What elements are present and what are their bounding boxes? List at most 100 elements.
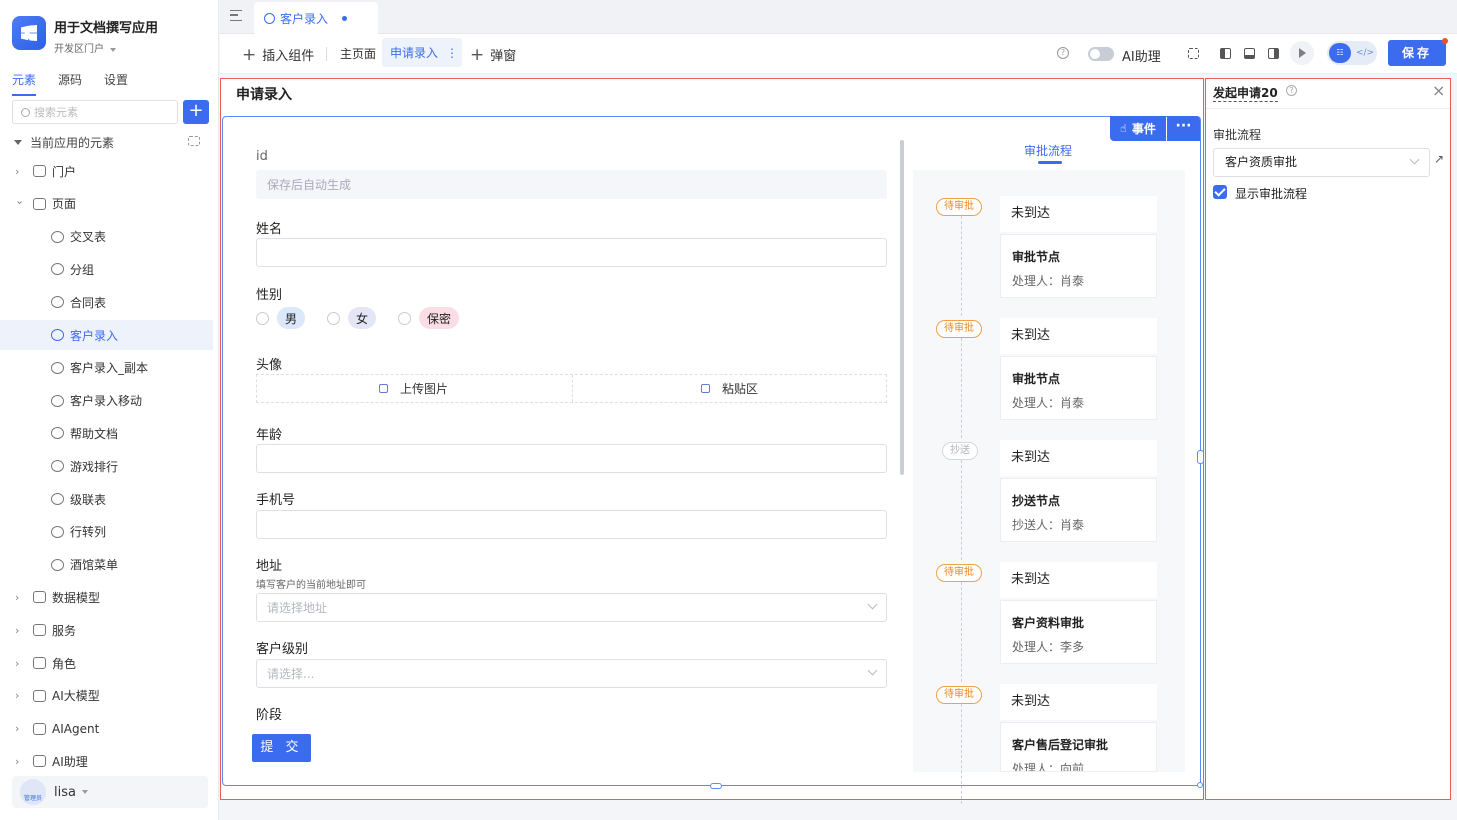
gender-label: 性别	[256, 288, 283, 303]
tab-source[interactable]: 源码	[58, 71, 82, 96]
sidebar-item[interactable]: › AI大模型	[0, 681, 213, 711]
close-icon[interactable]: ×	[1432, 83, 1445, 99]
design-mode-icon[interactable]: ☷	[1329, 43, 1351, 63]
save-button[interactable]: 保存	[1388, 40, 1446, 66]
app-portal-selector[interactable]: 开发区门户	[54, 40, 116, 55]
age-field[interactable]	[256, 444, 887, 473]
sidebar-item[interactable]: 客户录入	[0, 320, 213, 350]
show-flow-checkbox[interactable]	[1213, 185, 1227, 199]
address-help: 填写客户的当前地址即可	[256, 580, 366, 591]
flow-node-handler: 处理人：向前	[1012, 762, 1085, 772]
sidebar-item-label: 交叉表	[70, 230, 107, 245]
ai-assistant-toggle[interactable]	[1088, 47, 1114, 61]
tab-elements[interactable]: 元素	[12, 71, 37, 96]
open-link-icon[interactable]: ↗	[1434, 152, 1444, 166]
preview-play-icon[interactable]	[1290, 41, 1314, 65]
document-tab-strip: 客户录入	[220, 0, 1457, 34]
sidebar-item[interactable]: 交叉表	[0, 222, 213, 252]
sidebar-item[interactable]: 级联表	[0, 484, 213, 514]
form-scrollbar[interactable]	[900, 140, 904, 475]
tree-header[interactable]: 当前应用的元素	[14, 134, 114, 151]
chevron-right-icon[interactable]: ›	[15, 591, 19, 604]
sidebar-item[interactable]: 分组	[0, 254, 213, 284]
approval-flow-select[interactable]: 客户资质审批	[1213, 148, 1430, 177]
resize-handle-bottom[interactable]	[710, 783, 722, 789]
tab-customer-entry[interactable]: 客户录入	[254, 2, 378, 34]
home-page-tab[interactable]: 主页面	[340, 45, 376, 62]
flow-step-badge: 待审批	[936, 320, 982, 338]
submit-button[interactable]: 提 交	[252, 734, 311, 762]
flow-node-card[interactable]: 客户资料审批 处理人：李多	[1000, 600, 1157, 664]
more-button[interactable]: ···	[1167, 116, 1200, 141]
sidebar-item[interactable]: › 服务	[0, 615, 213, 645]
resize-handle-right[interactable]	[1197, 450, 1204, 464]
props-title: 发起申请20	[1213, 86, 1278, 102]
sidebar-item[interactable]: › AIAgent	[0, 714, 213, 744]
upload-image-button[interactable]: 上传图片	[379, 375, 448, 402]
flow-node-card[interactable]: 抄送节点 抄送人：肖泰	[1000, 478, 1157, 542]
gender-option-female[interactable]: 女	[348, 307, 377, 329]
tab-settings[interactable]: 设置	[104, 71, 128, 96]
sidebar-item-label: 合同表	[70, 295, 107, 310]
sidebar-item-label: 客户录入移动	[70, 394, 143, 409]
sidebar-item[interactable]: 客户录入_副本	[0, 353, 213, 383]
sidebar-item[interactable]: › AI助理	[0, 746, 213, 776]
gender-radio-secret[interactable]	[398, 312, 411, 325]
search-input[interactable]: 搜索元素	[12, 100, 178, 124]
current-page-tab[interactable]: 申请录入 ⋮	[382, 38, 462, 67]
chevron-right-icon[interactable]: ›	[15, 755, 19, 768]
sidebar-item[interactable]: › 数据模型	[0, 582, 213, 612]
more-vertical-icon[interactable]: ⋮	[446, 46, 458, 60]
address-select[interactable]: 请选择地址	[256, 593, 887, 622]
sidebar-item[interactable]: 游戏排行	[0, 451, 213, 481]
sidebar-item[interactable]: › 门户	[0, 156, 213, 186]
chevron-right-icon[interactable]: ›	[15, 689, 19, 702]
help-icon[interactable]: ?	[1286, 85, 1297, 96]
resize-handle-corner[interactable]	[1197, 782, 1203, 788]
event-button[interactable]: ☝ 事件	[1110, 116, 1166, 141]
collapse-sidebar-icon[interactable]	[230, 10, 242, 21]
paste-area[interactable]: 粘贴区	[701, 375, 758, 402]
insert-component-button[interactable]: + 插入组件	[242, 45, 314, 64]
customer-level-select[interactable]: 请选择...	[256, 659, 887, 688]
chevron-right-icon[interactable]: ›	[15, 624, 19, 637]
sidebar-item-label: 游戏排行	[70, 459, 119, 474]
code-mode-icon[interactable]: </>	[1355, 43, 1375, 63]
gender-radio-female[interactable]	[327, 312, 340, 325]
chevron-down-icon[interactable]: ⌄	[15, 194, 24, 207]
sidebar-item[interactable]: 行转列	[0, 517, 213, 547]
sidebar-item[interactable]: › 角色	[0, 648, 213, 678]
chevron-right-icon[interactable]: ›	[15, 722, 19, 735]
flow-node-card[interactable]: 审批节点 处理人：肖泰	[1000, 234, 1157, 298]
sidebar-item[interactable]: 酒馆菜单	[0, 550, 213, 580]
bottom-panel-icon[interactable]	[1244, 48, 1255, 59]
flow-step-badge: 抄送	[942, 442, 978, 460]
name-field[interactable]	[256, 238, 887, 267]
user-menu[interactable]: 管理员 lisa	[12, 776, 208, 808]
gender-option-secret[interactable]: 保密	[419, 307, 460, 329]
gender-option-male[interactable]: 男	[277, 307, 306, 329]
flow-node-title: 抄送节点	[1012, 494, 1061, 508]
sidebar-item[interactable]: 合同表	[0, 287, 213, 317]
chevron-right-icon[interactable]: ›	[15, 657, 19, 670]
grid-icon[interactable]	[1188, 48, 1199, 59]
popup-button[interactable]: + 弹窗	[470, 45, 516, 64]
approval-flow-title[interactable]: 审批流程	[1024, 142, 1072, 159]
chevron-right-icon[interactable]: ›	[15, 165, 19, 178]
sidebar-item[interactable]: 客户录入移动	[0, 386, 213, 416]
help-icon[interactable]: ?	[1057, 47, 1069, 59]
flow-node-card[interactable]: 审批节点 处理人：肖泰	[1000, 356, 1157, 420]
left-panel-icon[interactable]	[1220, 48, 1231, 59]
gender-radio-male[interactable]	[256, 312, 269, 325]
add-element-button[interactable]: +	[183, 100, 209, 124]
sidebar-tabs: 元素 源码 设置	[12, 71, 128, 96]
sidebar-item[interactable]: ⌄ 页面	[0, 189, 213, 219]
folder-icon	[33, 722, 46, 735]
right-panel-icon[interactable]	[1268, 48, 1279, 59]
tree-layout-icon[interactable]	[188, 136, 200, 146]
sidebar-item[interactable]: 帮助文档	[0, 418, 213, 448]
app-logo-icon	[12, 16, 46, 50]
customer-level-label: 客户级别	[256, 642, 309, 657]
flow-node-card[interactable]: 客户售后登记审批 处理人：向前	[1000, 722, 1157, 772]
phone-field[interactable]	[256, 510, 887, 539]
